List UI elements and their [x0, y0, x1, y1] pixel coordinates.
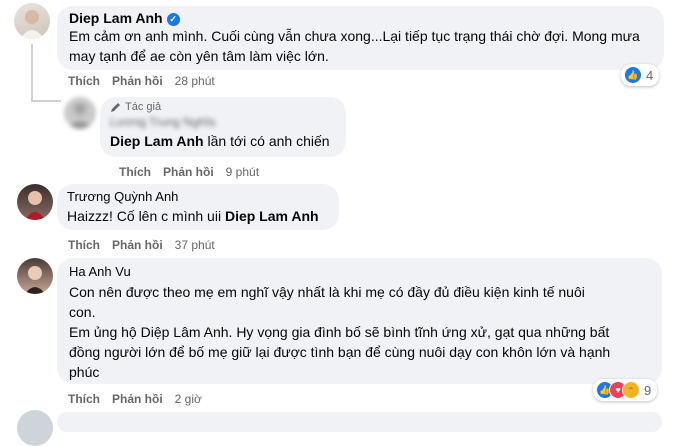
like-button[interactable]: Thích: [68, 392, 100, 406]
reply-button[interactable]: Phản hồi: [112, 238, 163, 252]
thread-branch: [31, 100, 61, 102]
comment-bubble: [57, 412, 662, 432]
like-reaction-icon: 👍: [624, 66, 642, 84]
reply-button[interactable]: Phản hồi: [163, 165, 214, 179]
avatar-image: [68, 103, 92, 129]
author-tag: Tác giả: [110, 101, 336, 113]
comment-bubble: Trương Quỳnh Anh Haizzz! Cố lên c mình u…: [57, 184, 339, 230]
avatar[interactable]: [17, 184, 53, 220]
reply-button[interactable]: Phản hồi: [112, 392, 163, 406]
verified-badge-icon: ✓: [166, 13, 180, 26]
avatar[interactable]: [14, 3, 50, 39]
comment-time[interactable]: 37 phút: [175, 238, 215, 252]
reaction-count: 4: [646, 67, 654, 83]
comment-author[interactable]: Ha Anh Vu: [69, 264, 650, 279]
reply-author-blurred[interactable]: Lương Trung Nghĩa: [110, 115, 336, 129]
reply-text: Diep Lam Anh lần tới có anh chiến: [110, 133, 330, 149]
haha-reaction-icon: ᵔ: [622, 381, 640, 399]
comment-text: Em cảm ơn anh mình. Cuối cùng vẫn chưa x…: [69, 28, 640, 64]
author-tag-label: Tác giả: [125, 101, 162, 113]
like-button[interactable]: Thích: [119, 165, 151, 179]
avatar[interactable]: [17, 258, 53, 294]
reaction-summary[interactable]: 👍 4: [621, 64, 660, 86]
mention-link[interactable]: Diep Lam Anh: [225, 208, 319, 224]
like-button[interactable]: Thích: [68, 238, 100, 252]
reply-actions: Thích Phản hồi 9 phút: [119, 165, 259, 179]
comment-actions: Thích Phản hồi 2 giờ: [68, 392, 202, 406]
pencil-icon: [111, 102, 120, 112]
comment-actions: Thích Phản hồi 28 phút: [68, 74, 215, 88]
comment-bubble: Diep Lam Anh ✓ Em cảm ơn anh mình. Cuối c…: [57, 6, 664, 70]
reply-bubble: Tác giả Lương Trung Nghĩa Diep Lam Anh l…: [100, 97, 346, 157]
comment-author[interactable]: Diep Lam Anh ✓: [69, 10, 652, 26]
reply-avatar[interactable]: [64, 97, 96, 129]
reaction-count: 9: [644, 382, 652, 398]
avatar-image: [20, 10, 44, 39]
avatar-image: [25, 266, 45, 294]
avatar[interactable]: [17, 410, 53, 446]
like-button[interactable]: Thích: [68, 74, 100, 88]
comment-time[interactable]: 2 giờ: [175, 392, 202, 406]
comment-author[interactable]: Trương Quỳnh Anh: [67, 189, 329, 204]
comment-time[interactable]: 28 phút: [175, 74, 215, 88]
thread-line: [31, 44, 33, 102]
reaction-summary[interactable]: 👍 ♥ ᵔ 9: [593, 379, 658, 401]
comment-actions: Thích Phản hồi 37 phút: [68, 238, 215, 252]
comment-text: Haizzz! Cố lên c mình uii Diep Lam Anh: [67, 208, 319, 224]
comment-text: Con nên được theo mẹ em nghĩ vậy nhất là…: [69, 284, 611, 380]
avatar-image: [25, 191, 45, 220]
mention-link[interactable]: Diep Lam Anh: [110, 133, 204, 149]
comment-bubble: Ha Anh Vu Con nên được theo mẹ em nghĩ v…: [57, 258, 662, 384]
reply-button[interactable]: Phản hồi: [112, 74, 163, 88]
reply-time[interactable]: 9 phút: [226, 165, 259, 179]
